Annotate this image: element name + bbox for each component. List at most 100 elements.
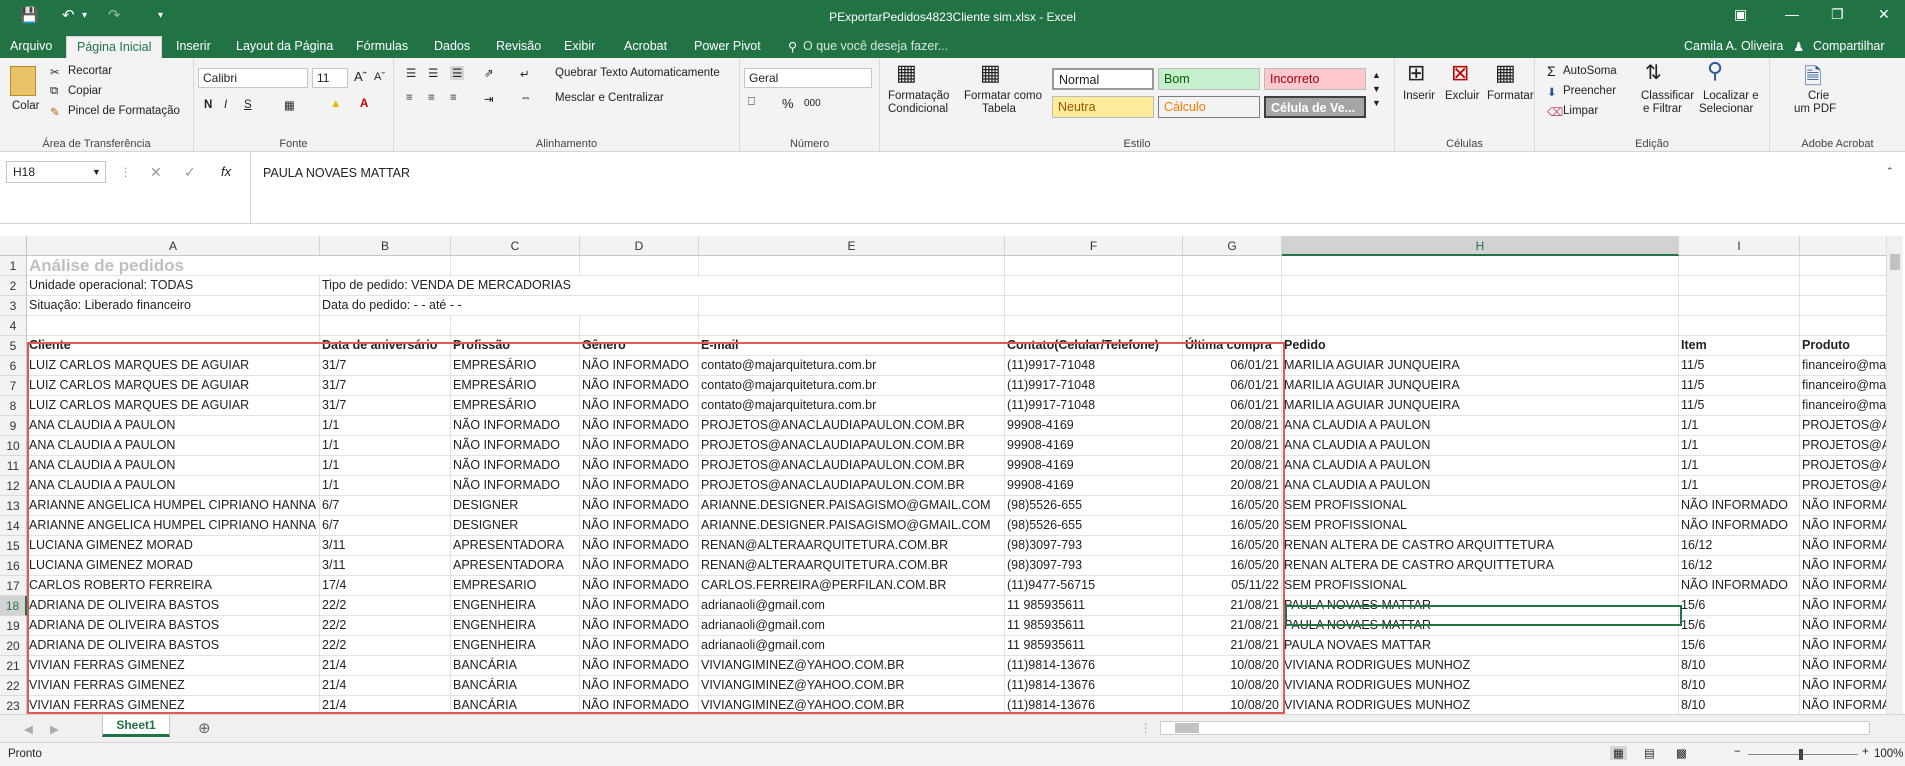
data-cell-h15[interactable]: RENAN ALTERA DE CASTRO ARQUITTETURA xyxy=(1282,536,1679,556)
data-cell-g23[interactable]: 10/08/20 xyxy=(1183,696,1282,714)
cell-F1[interactable] xyxy=(1005,256,1183,276)
minimize-icon[interactable]: — xyxy=(1785,6,1799,22)
data-cell-h12[interactable]: ANA CLAUDIA A PAULON xyxy=(1282,476,1679,496)
data-cell-a16[interactable]: LUCIANA GIMENEZ MORAD xyxy=(27,556,320,576)
borders-icon[interactable]: ▦ xyxy=(284,98,295,112)
format-table-label2[interactable]: Tabela xyxy=(982,103,1016,115)
data-cell-g12[interactable]: 20/08/21 xyxy=(1183,476,1282,496)
data-cell-h9[interactable]: ANA CLAUDIA A PAULON xyxy=(1282,416,1679,436)
data-cell-i20[interactable]: 15/6 xyxy=(1679,636,1800,656)
cell-H1[interactable] xyxy=(1282,256,1679,276)
page-break-view-icon[interactable]: ▩ xyxy=(1676,746,1687,760)
data-cell-g18[interactable]: 21/08/21 xyxy=(1183,596,1282,616)
tab-formulas[interactable]: Fórmulas xyxy=(356,39,408,53)
data-cell-i22[interactable]: 8/10 xyxy=(1679,676,1800,696)
data-cell-h11[interactable]: ANA CLAUDIA A PAULON xyxy=(1282,456,1679,476)
data-cell-i19[interactable]: 15/6 xyxy=(1679,616,1800,636)
format-cells-icon[interactable]: ▦ xyxy=(1495,60,1516,86)
cell-F2[interactable] xyxy=(1005,276,1183,296)
align-top-icon[interactable]: ☰ xyxy=(406,66,416,80)
tab-inserir[interactable]: Inserir xyxy=(176,39,211,53)
prev-sheet-icon[interactable]: ◀ xyxy=(24,722,33,736)
data-cell-a14[interactable]: ARIANNE ANGELICA HUMPEL CIPRIANO HANNA xyxy=(27,516,320,536)
cell-C1[interactable] xyxy=(451,256,580,276)
data-cell-a21[interactable]: VIVIAN FERRAS GIMENEZ xyxy=(27,656,320,676)
copy-button[interactable]: Copiar xyxy=(68,85,102,97)
close-icon[interactable]: ✕ xyxy=(1878,6,1890,23)
status-filter-cell[interactable]: Situação: Liberado financeiro xyxy=(27,296,320,316)
merge-center-button[interactable]: Mesclar e Centralizar xyxy=(555,92,664,104)
data-cell-a19[interactable]: ADRIANA DE OLIVEIRA BASTOS xyxy=(27,616,320,636)
zoom-in-icon[interactable]: + xyxy=(1862,746,1869,758)
tab-acrobat[interactable]: Acrobat xyxy=(624,39,667,53)
fill-color-icon[interactable]: ▲ xyxy=(330,98,341,110)
data-cell-c22[interactable]: BANCÁRIA xyxy=(451,676,580,696)
style-calculation[interactable]: Cálculo xyxy=(1158,96,1260,118)
next-sheet-icon[interactable]: ▶ xyxy=(50,722,59,736)
data-cell-f12[interactable]: 99908-4169 xyxy=(1005,476,1183,496)
header-cell-g[interactable]: Última compra xyxy=(1183,336,1282,356)
data-cell-f19[interactable]: 11 985935611 xyxy=(1005,616,1183,636)
data-cell-d6[interactable]: NÃO INFORMADO xyxy=(580,356,699,376)
maximize-icon[interactable]: ❐ xyxy=(1831,6,1844,23)
data-cell-i15[interactable]: 16/12 xyxy=(1679,536,1800,556)
zoom-slider-thumb[interactable] xyxy=(1799,749,1803,760)
data-cell-c19[interactable]: ENGENHEIRA xyxy=(451,616,580,636)
data-cell-a9[interactable]: ANA CLAUDIA A PAULON xyxy=(27,416,320,436)
data-cell-h17[interactable]: SEM PROFISSIONAL xyxy=(1282,576,1679,596)
data-cell-b13[interactable]: 6/7 xyxy=(320,496,451,516)
data-cell-d10[interactable]: NÃO INFORMADO xyxy=(580,436,699,456)
data-cell-i11[interactable]: 1/1 xyxy=(1679,456,1800,476)
underline-button[interactable]: S xyxy=(244,99,252,111)
data-cell-d9[interactable]: NÃO INFORMADO xyxy=(580,416,699,436)
ribbon-display-icon[interactable]: ▣ xyxy=(1734,6,1747,23)
cut-icon[interactable]: ✂ xyxy=(50,65,60,79)
data-cell-g7[interactable]: 06/01/21 xyxy=(1183,376,1282,396)
row-header-15[interactable]: 15 xyxy=(0,536,27,556)
data-cell-d22[interactable]: NÃO INFORMADO xyxy=(580,676,699,696)
data-cell-d19[interactable]: NÃO INFORMADO xyxy=(580,616,699,636)
data-cell-a8[interactable]: LUIZ CARLOS MARQUES DE AGUIAR xyxy=(27,396,320,416)
clear-icon[interactable]: ⌫ xyxy=(1547,105,1563,119)
font-size-select[interactable]: 11 xyxy=(312,68,348,88)
data-cell-i14[interactable]: NÃO INFORMADO xyxy=(1679,516,1800,536)
row-header-11[interactable]: 11 xyxy=(0,456,27,476)
cell-D1[interactable] xyxy=(580,256,699,276)
report-title-cell[interactable]: Análise de pedidos xyxy=(27,256,320,276)
row-header-2[interactable]: 2 xyxy=(0,276,27,296)
row-header-5[interactable]: 5 xyxy=(0,336,27,356)
number-format-select[interactable]: Geral xyxy=(744,68,872,88)
data-cell-j13[interactable]: NÃO INFORMADO xyxy=(1800,496,1890,516)
data-cell-i17[interactable]: NÃO INFORMADO xyxy=(1679,576,1800,596)
cell-C4[interactable] xyxy=(451,316,580,336)
grow-font-icon[interactable]: Aˆ xyxy=(354,69,367,84)
data-cell-g14[interactable]: 16/05/20 xyxy=(1183,516,1282,536)
style-neutral[interactable]: Neutra xyxy=(1052,96,1154,118)
data-cell-e12[interactable]: PROJETOS@ANACLAUDIAPAULON.COM.BR xyxy=(699,476,1005,496)
data-cell-j9[interactable]: PROJETOS@ANACLAUDIAPAULON.COM.BR xyxy=(1800,416,1890,436)
data-cell-c12[interactable]: NÃO INFORMADO xyxy=(451,476,580,496)
formula-input[interactable]: PAULA NOVAES MATTAR xyxy=(250,152,1897,224)
cut-button[interactable]: Recortar xyxy=(68,65,112,77)
data-cell-f8[interactable]: (11)9917-71048 xyxy=(1005,396,1183,416)
tab-layout-pagina[interactable]: Layout da Página xyxy=(236,39,333,53)
autosum-icon[interactable]: Σ xyxy=(1547,63,1556,79)
data-cell-a23[interactable]: VIVIAN FERRAS GIMENEZ xyxy=(27,696,320,714)
data-cell-b21[interactable]: 21/4 xyxy=(320,656,451,676)
data-cell-f18[interactable]: 11 985935611 xyxy=(1005,596,1183,616)
data-cell-j12[interactable]: PROJETOS@ANACLAUDIAPAULON.COM.BR xyxy=(1800,476,1890,496)
data-cell-j15[interactable]: NÃO INFORMADO xyxy=(1800,536,1890,556)
data-cell-i18[interactable]: 15/6 xyxy=(1679,596,1800,616)
italic-button[interactable]: I xyxy=(224,99,227,111)
data-cell-b23[interactable]: 21/4 xyxy=(320,696,451,714)
tab-pagina-inicial[interactable]: Página Inicial xyxy=(66,36,163,58)
data-cell-e22[interactable]: VIVIANGIMINEZ@YAHOO.COM.BR xyxy=(699,676,1005,696)
data-cell-c11[interactable]: NÃO INFORMADO xyxy=(451,456,580,476)
data-cell-g16[interactable]: 16/05/20 xyxy=(1183,556,1282,576)
cell-I2[interactable] xyxy=(1679,276,1800,296)
data-cell-j14[interactable]: NÃO INFORMADO xyxy=(1800,516,1890,536)
data-cell-c18[interactable]: ENGENHEIRA xyxy=(451,596,580,616)
data-cell-h16[interactable]: RENAN ALTERA DE CASTRO ARQUITTETURA xyxy=(1282,556,1679,576)
data-cell-j23[interactable]: NÃO INFORMADO xyxy=(1800,696,1890,714)
delete-cells-icon[interactable]: ⊠ xyxy=(1451,60,1469,86)
